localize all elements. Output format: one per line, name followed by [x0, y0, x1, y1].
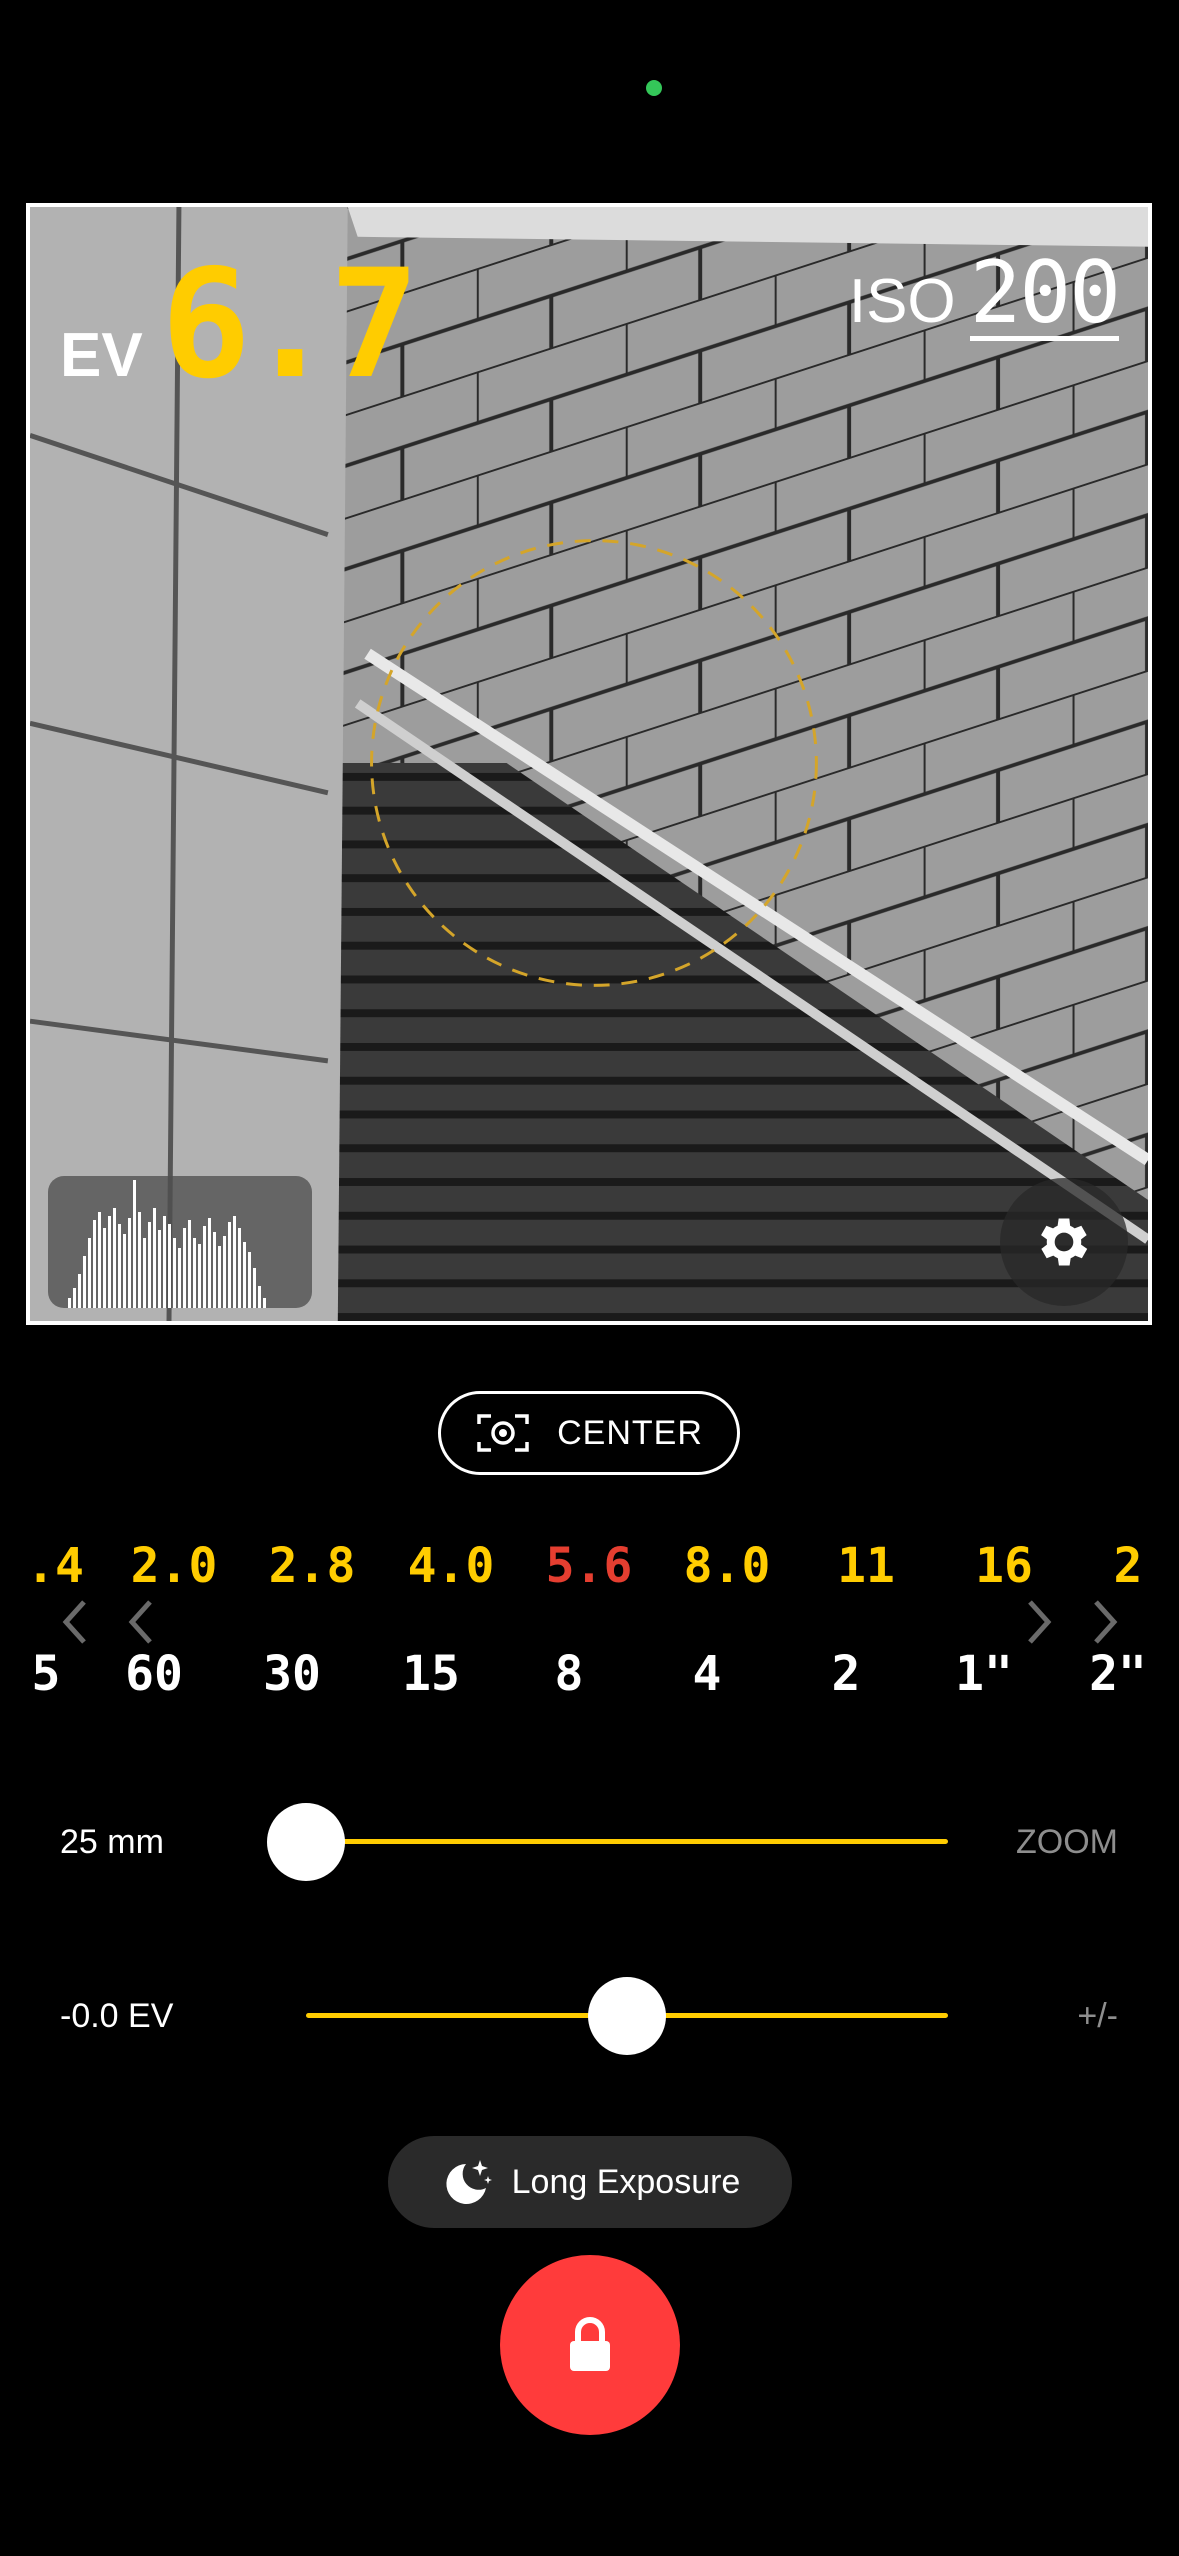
histogram-bar — [263, 1298, 266, 1308]
shutter-value-selected[interactable]: 8 — [555, 1644, 584, 1704]
histogram-bar — [118, 1224, 121, 1308]
histogram-bar — [83, 1256, 86, 1308]
histogram-bar — [228, 1222, 231, 1308]
zoom-slider-track[interactable] — [306, 1839, 948, 1844]
histogram-bar — [208, 1218, 211, 1308]
chevron-right-icon[interactable] — [1084, 1596, 1124, 1648]
aperture-value[interactable]: 4.0 — [408, 1536, 495, 1596]
metering-mode-label: CENTER — [557, 1413, 703, 1452]
aperture-value[interactable]: .4 — [26, 1536, 84, 1596]
aperture-value-selected[interactable]: 5.6 — [546, 1536, 633, 1596]
histogram-bar — [68, 1298, 71, 1308]
moon-stars-icon — [446, 2160, 492, 2204]
histogram-bar — [203, 1226, 206, 1308]
iso-value[interactable]: 200 — [969, 250, 1121, 341]
gear-icon — [1041, 1218, 1088, 1266]
histogram-bar — [128, 1218, 131, 1308]
metering-mode-button[interactable]: CENTER — [438, 1391, 740, 1475]
histogram-bar — [163, 1216, 166, 1308]
histogram-bar — [173, 1238, 176, 1308]
histogram-bar — [153, 1208, 156, 1308]
histogram-bar — [178, 1248, 181, 1308]
ev-readout: EV 6.7 — [60, 238, 420, 412]
shutter-value[interactable]: 1" — [955, 1644, 1013, 1704]
chevron-left-icon[interactable] — [56, 1596, 96, 1648]
histogram-bar — [233, 1216, 236, 1308]
zoom-value-label: 25 mm — [60, 1823, 164, 1861]
histogram-bar — [148, 1222, 151, 1308]
histogram-bar — [243, 1242, 246, 1308]
aperture-value[interactable]: 2.8 — [269, 1536, 356, 1596]
histogram-bar — [248, 1252, 251, 1308]
shutter-value[interactable]: 4 — [693, 1644, 722, 1704]
histogram-bar — [223, 1236, 226, 1308]
histogram-bar — [98, 1212, 101, 1308]
histogram-bar — [218, 1246, 221, 1308]
iso-label: ISO — [848, 267, 956, 336]
histogram-bar — [78, 1274, 81, 1308]
ev-compensation-label: +/- — [1077, 1997, 1118, 2035]
ev-compensation-value: -0.0 EV — [60, 1997, 174, 2035]
chevron-right-icon[interactable] — [1018, 1596, 1058, 1648]
zoom-slider-thumb[interactable] — [267, 1803, 345, 1881]
histogram-bar — [138, 1212, 141, 1308]
histogram-bar — [93, 1220, 96, 1308]
histogram — [48, 1176, 312, 1308]
histogram-bar — [188, 1220, 191, 1308]
shutter-value[interactable]: 15 — [402, 1644, 460, 1704]
ev-compensation-thumb[interactable] — [588, 1977, 666, 2055]
settings-button[interactable] — [1000, 1178, 1128, 1306]
shutter-value[interactable]: 60 — [125, 1644, 183, 1704]
aperture-dial[interactable]: .4 2.0 2.8 4.0 5.6 8.0 11 16 2 — [0, 1536, 1179, 1596]
histogram-bar — [73, 1288, 76, 1308]
histogram-bar — [253, 1268, 256, 1308]
histogram-bar — [123, 1234, 126, 1308]
shutter-value[interactable]: 5 — [32, 1644, 61, 1704]
aperture-value[interactable]: 2 — [1114, 1536, 1143, 1596]
histogram-bar — [198, 1244, 201, 1308]
spot-metering-icon — [477, 1414, 529, 1452]
histogram-bar — [258, 1286, 261, 1308]
aperture-value[interactable]: 8.0 — [684, 1536, 771, 1596]
camera-active-indicator — [646, 80, 662, 96]
shutter-value[interactable]: 30 — [263, 1644, 321, 1704]
long-exposure-button[interactable]: Long Exposure — [388, 2136, 792, 2228]
histogram-bar — [168, 1224, 171, 1308]
zoom-label: ZOOM — [1016, 1823, 1118, 1861]
histogram-bar — [113, 1208, 116, 1308]
exposure-lock-button[interactable] — [500, 2255, 680, 2435]
histogram-bar — [183, 1228, 186, 1308]
ev-label: EV — [60, 321, 143, 390]
chevron-left-icon[interactable] — [122, 1596, 162, 1648]
iso-readout[interactable]: ISO 200 — [848, 250, 1121, 341]
aperture-value[interactable]: 2.0 — [131, 1536, 218, 1596]
ev-value: 6.7 — [160, 238, 420, 412]
aperture-value[interactable]: 11 — [837, 1536, 895, 1596]
lock-icon — [570, 2317, 610, 2371]
histogram-bar — [238, 1228, 241, 1308]
histogram-bar — [103, 1228, 106, 1308]
histogram-bar — [108, 1216, 111, 1308]
histogram-bar — [158, 1230, 161, 1308]
histogram-bar — [193, 1238, 196, 1308]
aperture-value[interactable]: 16 — [975, 1536, 1033, 1596]
shutter-speed-dial[interactable]: 5 60 30 15 8 4 2 1" 2" — [0, 1644, 1179, 1704]
shutter-value[interactable]: 2 — [832, 1644, 861, 1704]
histogram-bar — [133, 1180, 136, 1308]
histogram-bar — [88, 1238, 91, 1308]
histogram-bar — [143, 1238, 146, 1308]
shutter-value[interactable]: 2" — [1089, 1644, 1147, 1704]
histogram-bar — [213, 1232, 216, 1308]
long-exposure-label: Long Exposure — [511, 2162, 741, 2201]
